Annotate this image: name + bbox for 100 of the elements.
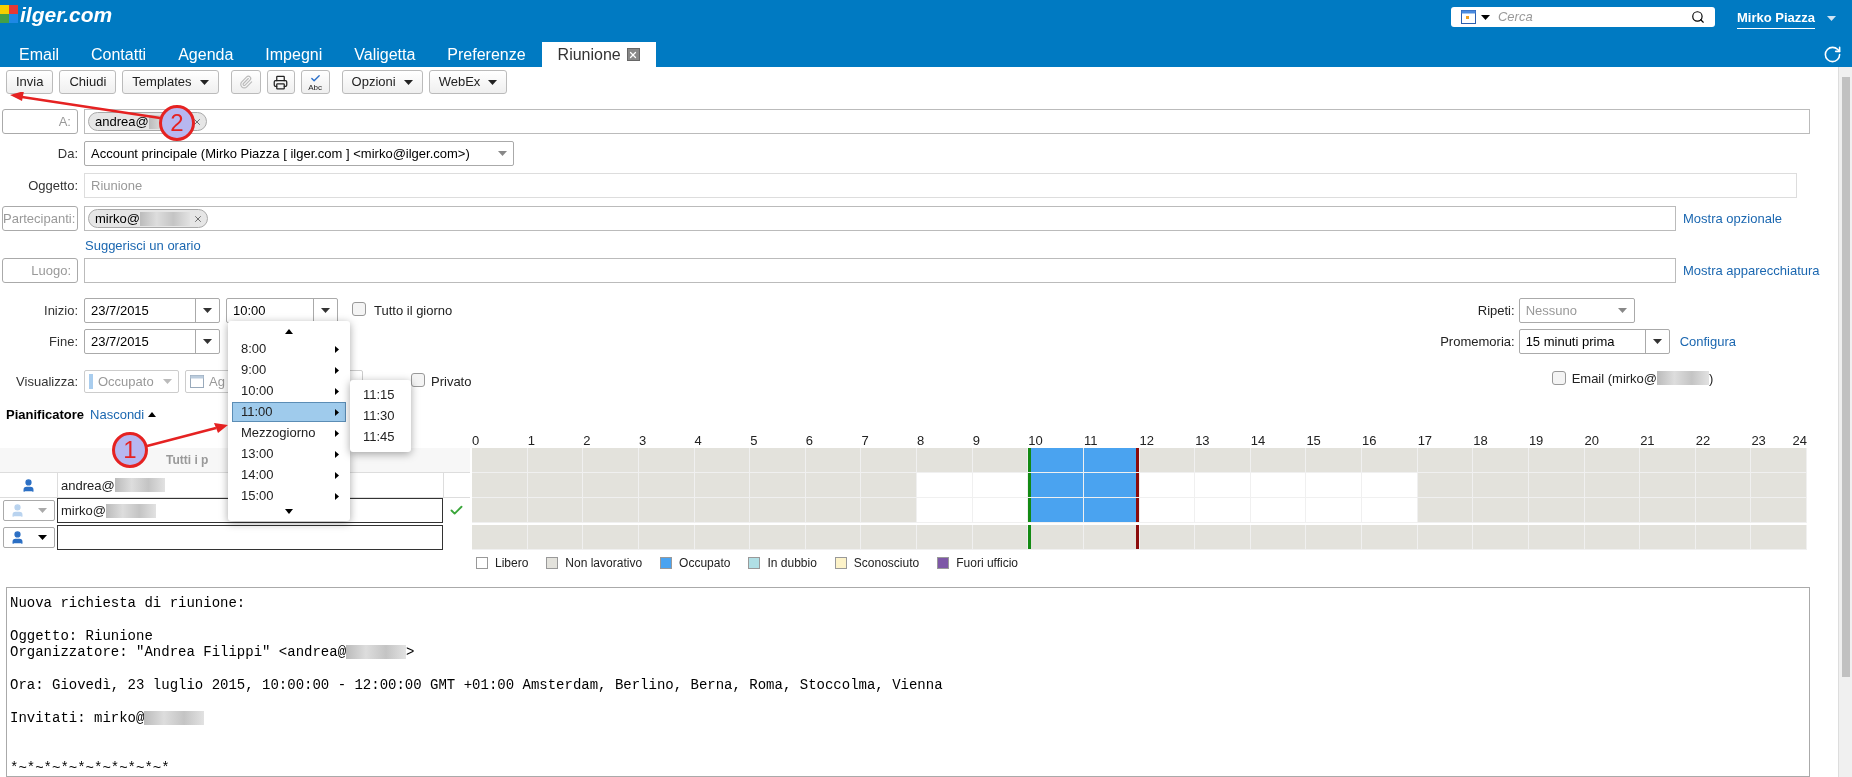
search-input[interactable]: Cerca [1497,7,1691,27]
suggest-time-link[interactable]: Suggerisci un orario [85,236,201,253]
attendee-type-dropdown[interactable] [2,500,55,522]
step-marker: 1 [112,432,148,468]
hour-label: 8 [917,433,925,449]
close-tab-icon[interactable] [626,48,640,61]
refresh-icon[interactable] [1823,45,1842,64]
end-date-field[interactable]: 23/7/2015 [84,329,220,355]
checkmark-icon [309,72,321,84]
submenu-arrow-icon [335,471,339,479]
caret-icon [203,308,212,314]
tab[interactable]: Email [3,42,75,67]
remove-icon[interactable] [193,213,203,224]
hour-label: 24 [1792,432,1807,451]
body-line: Ora: Giovedì, 23 luglio 2015, 10:00:00 - 12:00:00 GMT +01:00 Amsterdam, Berlino, Berna, Roma, Stoccolma, Vienna [10,677,944,694]
submenu-arrow-icon [335,345,339,353]
caret-icon [1618,308,1628,314]
caret-icon [1480,14,1490,20]
attendee-input[interactable] [57,525,443,551]
tab[interactable]: Contatti [75,42,163,67]
tab[interactable]: Preferenze [431,42,542,67]
scroll-down-icon[interactable] [285,509,293,514]
time-option[interactable]: 11:45 [350,426,411,447]
show-equipment-link[interactable]: Mostra apparecchiatura [1683,261,1820,281]
checkbox[interactable] [1551,371,1566,386]
reminder-select[interactable]: 15 minuti prima [1518,329,1670,355]
hour-label: 3 [638,433,647,449]
attendee-name: andrea@ [61,476,115,495]
checkbox[interactable] [352,301,366,316]
hour-label: 18 [1473,433,1488,449]
field-label: Inizio: [43,302,78,321]
person-icon [10,503,25,519]
time-option[interactable]: 10:00 [232,381,346,401]
hour-label: 5 [750,433,758,449]
time-option[interactable]: 11:30 [350,405,411,426]
start-time-field[interactable]: 10:00 [226,298,338,324]
tab[interactable]: Riunione [541,42,656,67]
search-field[interactable]: Cerca [1450,7,1715,27]
time-option[interactable]: Mezzogiorno [232,423,346,443]
hour-label: 20 [1584,433,1599,449]
body-line: *~*~*~*~*~*~*~*~*~* [10,759,171,776]
logo-text: ilger.com [20,3,113,25]
hour-label: 0 [472,433,480,449]
hour-label: 12 [1139,433,1154,449]
time-option[interactable]: 9:00 [232,360,346,380]
menu-button[interactable]: Templates [122,70,219,95]
time-option[interactable]: 13:00 [232,444,346,464]
hour-label: 1 [527,433,535,449]
start-date-field[interactable]: 23/7/2015 [84,298,220,324]
time-option[interactable]: 11:00 [232,402,346,422]
hour-label: 10 [1028,433,1043,449]
time-option[interactable]: 11:15 [350,384,411,405]
show-optional-link[interactable]: Mostra opzionale [1683,209,1782,229]
legend-label: Non lavorativo [565,555,643,572]
attendees-field[interactable]: mirko@ [84,206,1676,232]
calendar-icon [190,375,204,389]
time-option[interactable]: 8:00 [232,339,346,359]
redaction-blur [346,645,407,660]
hour-label: 9 [972,433,980,449]
checkbox[interactable] [411,372,425,387]
legend-label: Occupato [679,555,731,572]
attendee-type-dropdown[interactable] [2,527,55,549]
scrollbar[interactable] [1838,67,1852,777]
tab[interactable]: Valigetta [338,42,432,67]
configure-link[interactable]: Configura [1679,332,1736,352]
caret-icon [38,508,47,514]
toolbar-button[interactable]: Chiudi [59,70,117,95]
tab[interactable]: Impegni [249,42,339,67]
user-menu[interactable]: Mirko Piazza [1736,8,1836,29]
print-button[interactable] [266,70,295,95]
hide-scheduler-link[interactable]: Nascondi [90,404,157,425]
caret-icon [321,308,330,314]
menu-button[interactable]: WebEx [428,70,508,95]
hour-label: 7 [861,433,869,449]
caret-icon [199,79,209,85]
toolbar-button[interactable]: Invia [6,70,54,95]
hour-label: 13 [1195,433,1210,449]
status-color-bar [89,374,93,390]
person-icon [10,530,25,546]
time-option[interactable]: 14:00 [232,465,346,485]
redaction-blur [106,503,156,518]
spellcheck-button[interactable]: Abc [300,70,330,95]
scroll-up-icon[interactable] [285,329,293,334]
hour-label: 22 [1695,433,1711,449]
field-label: Da: [56,145,78,164]
search-icon[interactable] [1690,10,1705,24]
caret-icon [1652,339,1662,345]
legend-label: Sconosciuto [853,555,920,572]
subject-field[interactable]: Riunione [84,173,1797,199]
recipient-address: andrea@ [95,113,149,132]
caret-icon [163,379,172,385]
legend-label: In dubbio [767,555,817,572]
recipient-chip[interactable]: mirko@ [88,209,208,229]
from-select[interactable]: Account principale (Mirko Piazza [ ilger.com ] <mirko@ilger.com>) [84,141,514,167]
menu-button[interactable]: Opzioni [341,70,423,95]
tab[interactable]: Agenda [162,42,250,67]
person-icon [21,477,36,493]
message-body[interactable] [6,586,1810,777]
location-field[interactable] [84,258,1676,284]
hour-label: 16 [1362,433,1377,449]
